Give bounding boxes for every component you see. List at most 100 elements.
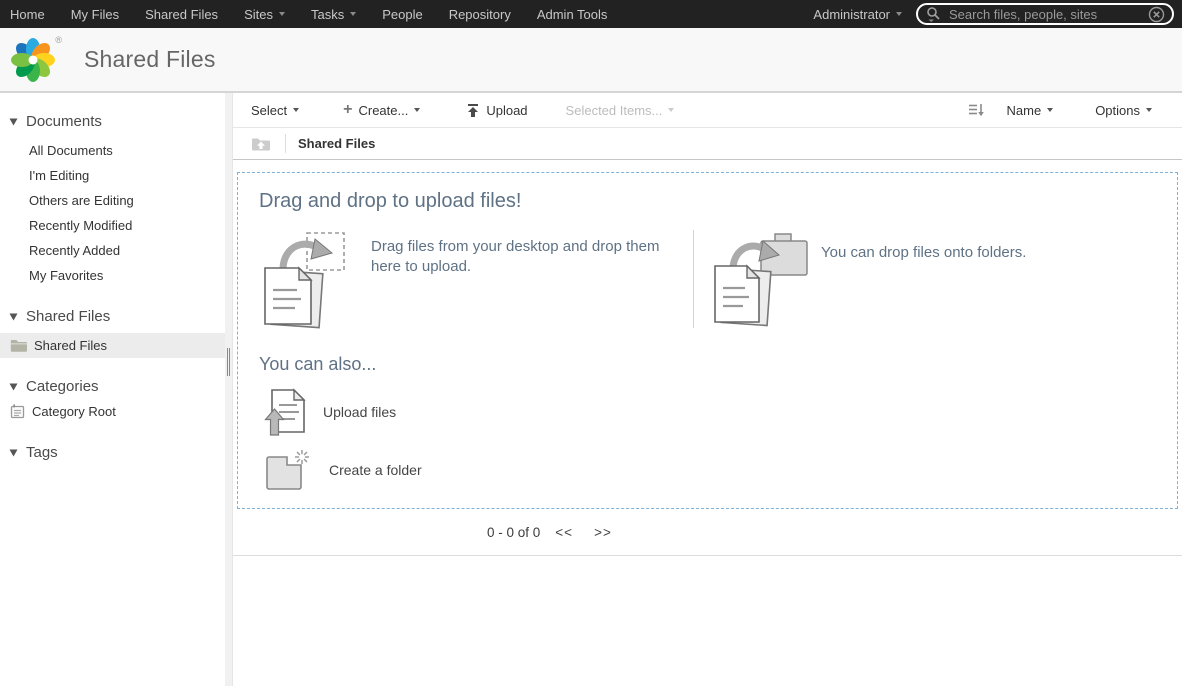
category-icon — [10, 404, 25, 419]
user-menu-administrator[interactable]: Administrator — [799, 7, 916, 22]
clear-search-icon[interactable] — [1148, 6, 1165, 23]
nav-home-label: Home — [10, 6, 45, 22]
sort-descending-icon — [968, 104, 984, 117]
plus-icon: + — [343, 101, 353, 118]
top-navigation-bar: Home My Files Shared Files Sites Tasks P… — [0, 0, 1182, 28]
chevron-down-icon — [1047, 108, 1054, 112]
document-toolbar: Select + Create... Upload Selected Items… — [233, 93, 1182, 128]
chevron-down-icon — [414, 108, 421, 112]
user-menu-label: Administrator — [813, 6, 890, 22]
upload-button[interactable]: Upload — [466, 102, 528, 118]
page-header: ® Shared Files — [0, 28, 1182, 93]
create-folder-action: Create a folder — [264, 449, 1177, 491]
sidebar-item-others-are-editing[interactable]: Others are Editing — [0, 188, 225, 213]
page-title: Shared Files — [84, 46, 216, 72]
nav-shared-files[interactable]: Shared Files — [132, 7, 231, 22]
sidebar-item-shared-files-root[interactable]: Shared Files — [0, 333, 225, 358]
paginator: 0 - 0 of 0 << >> — [233, 509, 1182, 556]
sort-field-label: Name — [1006, 102, 1042, 118]
sidebar-header-shared-files[interactable]: Shared Files — [0, 304, 225, 329]
nav-tasks-label: Tasks — [310, 6, 345, 22]
folder-hint-text: You can drop files onto folders. — [821, 244, 1027, 261]
sidebar-header-label: Categories — [26, 378, 99, 395]
chevron-down-icon — [668, 108, 675, 112]
alfresco-flower-icon — [11, 37, 55, 82]
sort-order-button[interactable] — [968, 103, 985, 117]
nav-shared-files-label: Shared Files — [145, 6, 219, 22]
nav-admin-tools-label: Admin Tools — [536, 6, 608, 22]
upload-icon — [468, 103, 479, 117]
select-label: Select — [251, 102, 288, 118]
nav-people-label: People — [382, 6, 423, 22]
sidebar-splitter — [225, 93, 233, 686]
sidebar-item-im-editing[interactable]: I'm Editing — [0, 163, 225, 188]
paginator-next-button[interactable]: >> — [594, 525, 612, 540]
upload-files-icon — [264, 388, 306, 436]
nav-home[interactable]: Home — [0, 7, 58, 22]
upload-label: Upload — [486, 102, 528, 118]
sidebar-header-label: Tags — [26, 444, 58, 461]
create-label: Create... — [358, 102, 409, 118]
twister-icon — [9, 118, 18, 125]
sidebar-section-documents: Documents All Documents I'm Editing Othe… — [0, 109, 225, 288]
sidebar-header-label: Documents — [26, 113, 102, 130]
nav-my-files[interactable]: My Files — [58, 7, 132, 22]
create-button[interactable]: + Create... — [343, 101, 421, 119]
folder-up-button[interactable] — [251, 136, 271, 152]
drag-hint-text: Drag files from your desktop and drop th… — [371, 238, 660, 276]
sidebar-header-categories[interactable]: Categories — [0, 374, 225, 399]
global-search-box — [916, 3, 1174, 25]
chevron-down-icon — [350, 12, 357, 16]
splitter-drag-handle[interactable] — [226, 347, 230, 376]
options-button[interactable]: Options — [1095, 103, 1152, 118]
sidebar-section-tags: Tags — [0, 440, 225, 465]
folder-icon — [10, 339, 27, 352]
breadcrumb-current-folder: Shared Files — [298, 136, 376, 151]
sidebar-item-recently-modified[interactable]: Recently Modified — [0, 213, 225, 238]
twister-icon — [9, 449, 18, 456]
sidebar-item-category-root[interactable]: Category Root — [0, 399, 225, 424]
selected-items-button[interactable]: Selected Items... — [566, 103, 675, 118]
options-label: Options — [1095, 102, 1140, 118]
sort-field-button[interactable]: Name — [1007, 103, 1054, 118]
nav-sites[interactable]: Sites — [231, 7, 298, 22]
upload-files-link[interactable]: Upload files — [323, 404, 396, 420]
chevron-down-icon — [278, 12, 285, 16]
sidebar-item-label: Category Root — [32, 404, 116, 419]
nav-repository-label: Repository — [448, 6, 511, 22]
nav-admin-tools[interactable]: Admin Tools — [524, 7, 621, 22]
nav-tasks[interactable]: Tasks — [298, 7, 369, 22]
alfresco-logo: ® — [8, 35, 62, 85]
twister-icon — [9, 383, 18, 390]
content-area: Documents All Documents I'm Editing Othe… — [0, 93, 1182, 686]
breadcrumb: Shared Files — [233, 128, 1182, 160]
search-icon[interactable] — [925, 6, 943, 22]
dropzone-drag-column: Drag files from your desktop and drop th… — [259, 230, 693, 330]
dropzone-folder-column: You can drop files onto folders. — [694, 230, 1026, 330]
nav-my-files-label: My Files — [70, 6, 120, 22]
select-button[interactable]: Select — [251, 102, 300, 118]
breadcrumb-divider — [285, 134, 286, 153]
sidebar-item-my-favorites[interactable]: My Favorites — [0, 263, 225, 288]
folder-up-icon — [252, 138, 270, 150]
sidebar: Documents All Documents I'm Editing Othe… — [0, 93, 225, 686]
create-folder-link[interactable]: Create a folder — [329, 462, 422, 478]
nav-repository[interactable]: Repository — [436, 7, 524, 22]
sidebar-item-recently-added[interactable]: Recently Added — [0, 238, 225, 263]
drop-onto-folder-illustration-icon — [714, 233, 808, 327]
chevron-down-icon — [896, 12, 902, 16]
nav-people[interactable]: People — [369, 7, 435, 22]
sidebar-item-all-documents[interactable]: All Documents — [0, 138, 225, 163]
twister-icon — [9, 313, 18, 320]
paginator-previous-button[interactable]: << — [555, 525, 573, 540]
sidebar-item-label: Shared Files — [34, 338, 107, 353]
upload-files-action: Upload files — [264, 388, 1177, 436]
search-input[interactable] — [949, 6, 1148, 22]
paginator-range: 0 - 0 of 0 — [487, 524, 541, 540]
sidebar-header-documents[interactable]: Documents — [0, 109, 225, 134]
sidebar-header-tags[interactable]: Tags — [0, 440, 225, 465]
registered-trademark: ® — [55, 34, 62, 45]
you-can-also-title: You can also... — [259, 354, 377, 374]
chevron-down-icon — [293, 108, 300, 112]
create-folder-icon — [266, 450, 309, 490]
